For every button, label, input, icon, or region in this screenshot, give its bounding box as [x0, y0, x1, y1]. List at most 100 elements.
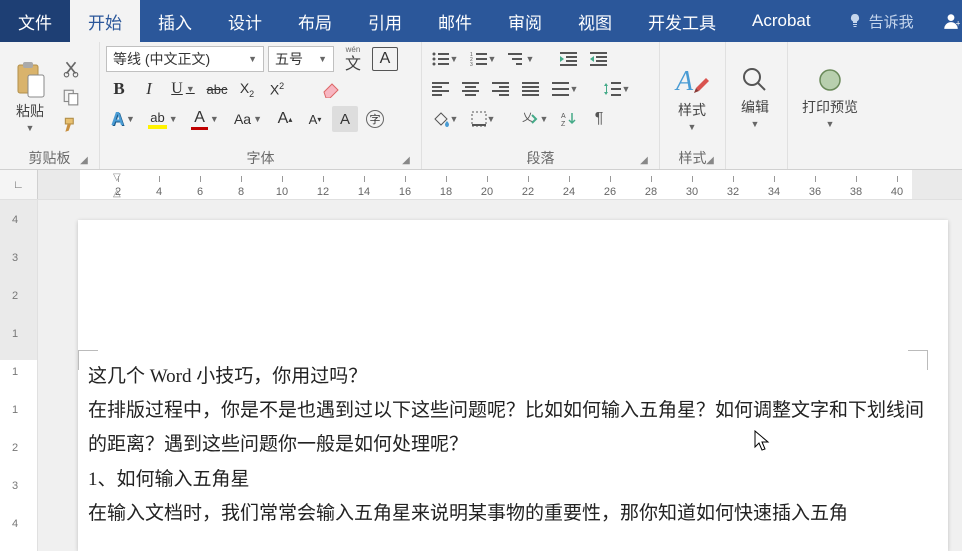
workspace: 432111234 这几个 Word 小技巧，你用过吗？ 在排版过程中，你是不是… — [0, 200, 962, 551]
bold-button[interactable]: B — [106, 76, 132, 102]
doc-paragraph-2[interactable]: 在排版过程中，你是不是也遇到过以下这些问题呢？比如如何输入五角星？如何调整文字和… — [88, 394, 938, 462]
ruler-tick: 18 — [440, 186, 452, 198]
subscript-button[interactable]: X2 — [234, 76, 260, 102]
dialog-launcher-font[interactable]: ◢ — [399, 153, 413, 167]
bullets-button[interactable]: ▼ — [428, 46, 462, 72]
ruler-tick: 6 — [197, 186, 203, 198]
ruler-tick: 32 — [727, 186, 739, 198]
share-button[interactable]: + 共 — [932, 0, 962, 42]
paint-bucket-icon — [432, 111, 450, 127]
tab-references[interactable]: 引用 — [350, 0, 420, 42]
ruler-tick: 14 — [358, 186, 370, 198]
font-size-select[interactable]: 五号 ▼ — [268, 46, 334, 72]
char-shading-button[interactable]: A — [332, 106, 358, 132]
line-spacing-button[interactable]: ▼ — [600, 76, 634, 102]
person-icon: + — [942, 12, 960, 30]
copy-button[interactable] — [58, 84, 84, 110]
align-left-button[interactable] — [428, 76, 454, 102]
ribbon: 粘贴 ▼ 剪贴板◢ 等线 (中文正文) ▼ 五号 ▼ — [0, 42, 962, 170]
superscript-button[interactable]: X2 — [264, 76, 290, 102]
dialog-launcher-clipboard[interactable]: ◢ — [77, 153, 91, 167]
ruler-tick: 8 — [238, 186, 244, 198]
editing-button[interactable]: 编辑 ▼ — [732, 63, 778, 131]
doc-paragraph-4[interactable]: 在输入文档时，我们常常会输入五角星来说明某事物的重要性，那你知道如何快速插入五角 — [88, 497, 938, 531]
underline-button[interactable]: U▼ — [166, 76, 200, 102]
multilevel-list-button[interactable]: ▼ — [504, 46, 538, 72]
phonetic-guide-button[interactable]: wén 文 — [338, 46, 368, 72]
tab-layout[interactable]: 布局 — [280, 0, 350, 42]
font-color-button[interactable]: A▼ — [186, 106, 224, 132]
italic-button[interactable]: I — [136, 76, 162, 102]
eraser-icon — [321, 80, 341, 98]
ruler-tick: 16 — [399, 186, 411, 198]
align-right-button[interactable] — [488, 76, 514, 102]
group-clipboard: 粘贴 ▼ 剪贴板◢ — [0, 42, 100, 169]
show-marks-button[interactable]: ¶ — [586, 106, 612, 132]
tab-insert[interactable]: 插入 — [140, 0, 210, 42]
document-page: 这几个 Word 小技巧，你用过吗？ 在排版过程中，你是不是也遇到过以下这些问题… — [78, 220, 948, 551]
dialog-launcher-paragraph[interactable]: ◢ — [637, 153, 651, 167]
char-border-button[interactable]: A — [372, 47, 398, 71]
shrink-font-button[interactable]: A▾ — [302, 106, 328, 132]
align-center-icon — [462, 82, 480, 96]
vruler-tick: 1 — [12, 404, 18, 416]
tab-developer[interactable]: 开发工具 — [630, 0, 734, 42]
tab-home[interactable]: 开始 — [70, 0, 140, 42]
print-preview-button[interactable]: 打印预览 ▼ — [794, 63, 866, 131]
tell-me-search[interactable]: 告诉我 — [829, 0, 932, 42]
asian-layout-button[interactable]: 乂▼ — [518, 106, 552, 132]
tab-design[interactable]: 设计 — [210, 0, 280, 42]
sort-button[interactable]: AZ — [556, 106, 582, 132]
chevron-down-icon: ▼ — [622, 84, 631, 94]
chevron-down-icon: ▼ — [253, 114, 262, 124]
pilcrow-icon: ¶ — [595, 110, 604, 128]
grow-font-button[interactable]: A▴ — [272, 106, 298, 132]
font-name-select[interactable]: 等线 (中文正文) ▼ — [106, 46, 264, 72]
svg-text:+: + — [955, 19, 960, 29]
numbering-button[interactable]: 123▼ — [466, 46, 500, 72]
doc-paragraph-1[interactable]: 这几个 Word 小技巧，你用过吗？ — [88, 360, 938, 394]
align-center-button[interactable] — [458, 76, 484, 102]
chevron-down-icon: ▼ — [210, 114, 219, 124]
text-effects-button[interactable]: A▼ — [106, 106, 140, 132]
change-case-button[interactable]: Aa▼ — [228, 106, 268, 132]
tab-file[interactable]: 文件 — [0, 0, 70, 42]
styles-icon: A — [674, 62, 710, 98]
chevron-down-icon: ▼ — [570, 84, 579, 94]
vruler-tick: 3 — [12, 252, 18, 264]
tab-mailings[interactable]: 邮件 — [420, 0, 490, 42]
increase-indent-button[interactable] — [586, 46, 612, 72]
enclose-char-button[interactable]: 字 — [362, 106, 388, 132]
document-area[interactable]: 这几个 Word 小技巧，你用过吗？ 在排版过程中，你是不是也遇到过以下这些问题… — [38, 200, 962, 551]
strikethrough-button[interactable]: abc — [204, 76, 230, 102]
cut-button[interactable] — [58, 56, 84, 82]
line-spacing-icon — [604, 81, 622, 97]
doc-paragraph-3[interactable]: 1、如何输入五角星 — [88, 463, 938, 497]
ruler-vertical[interactable]: 432111234 — [0, 200, 38, 551]
format-painter-button[interactable] — [58, 112, 84, 138]
paste-icon — [14, 61, 46, 99]
distribute-button[interactable]: ▼ — [548, 76, 582, 102]
paste-button[interactable]: 粘贴 ▼ — [6, 59, 54, 135]
ruler-tick: 36 — [809, 186, 821, 198]
tab-view[interactable]: 视图 — [560, 0, 630, 42]
dialog-launcher-styles[interactable]: ◢ — [703, 153, 717, 167]
justify-button[interactable] — [518, 76, 544, 102]
tab-selector[interactable]: ∟ — [0, 170, 38, 199]
chevron-down-icon: ▼ — [826, 119, 835, 129]
shading-button[interactable]: ▼ — [428, 106, 462, 132]
tab-review[interactable]: 审阅 — [490, 0, 560, 42]
styles-label: 样式 — [678, 100, 706, 120]
borders-button[interactable]: ▼ — [466, 106, 500, 132]
ribbon-tab-bar: 文件 开始 插入 设计 布局 引用 邮件 审阅 视图 开发工具 Acrobat … — [0, 0, 962, 42]
styles-button[interactable]: A 样式 ▼ — [666, 60, 718, 134]
ruler-tick: 40 — [891, 186, 903, 198]
tab-acrobat[interactable]: Acrobat — [734, 0, 829, 42]
clear-formatting-button[interactable] — [318, 76, 344, 102]
decrease-indent-button[interactable] — [556, 46, 582, 72]
circle-icon — [815, 65, 845, 95]
indent-marker-top[interactable]: ▽ — [113, 172, 121, 183]
svg-text:3: 3 — [470, 62, 473, 66]
highlight-button[interactable]: ab▼ — [144, 106, 182, 132]
ruler-horizontal[interactable]: ▽ △ 246810121416182022242628303234363840 — [38, 170, 962, 199]
